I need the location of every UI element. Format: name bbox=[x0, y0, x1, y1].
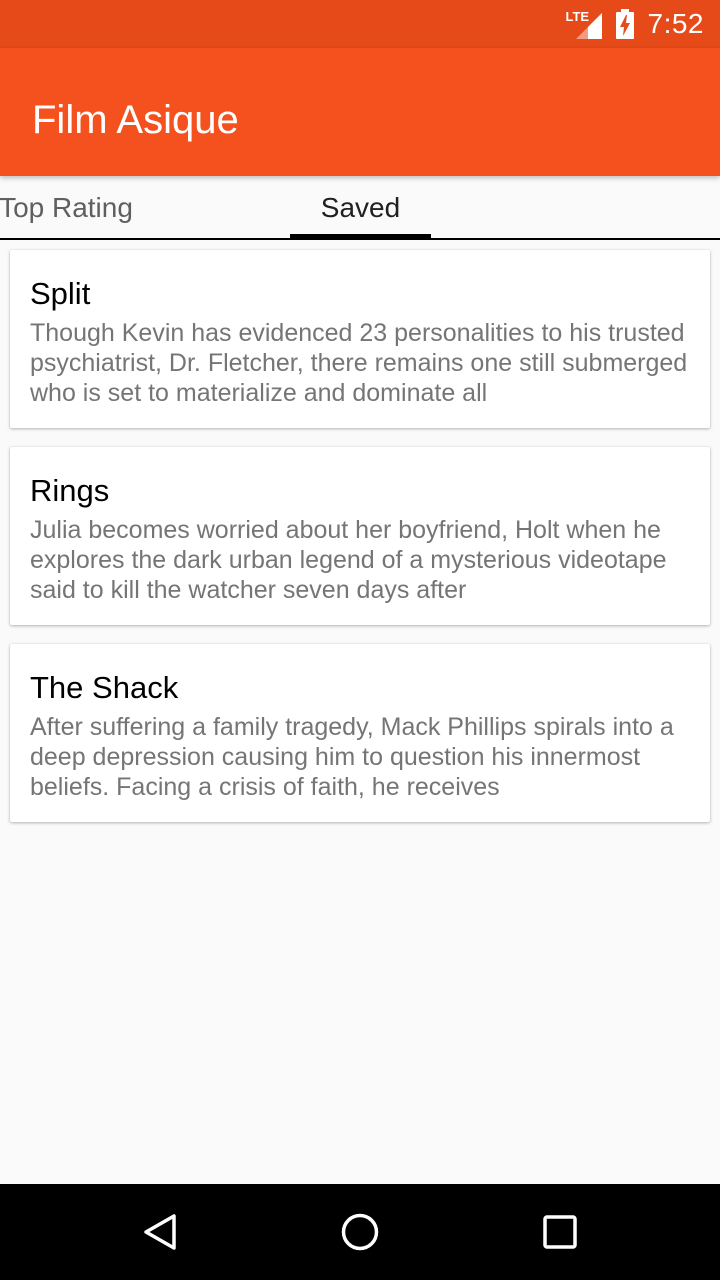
recents-icon[interactable] bbox=[536, 1208, 584, 1256]
clock: 7:52 bbox=[647, 8, 704, 39]
app-title: Film Asique bbox=[32, 98, 239, 142]
status-icons: LTE 7:52 bbox=[566, 0, 705, 48]
screen: LTE 7:52 Film Asique Top Rating Saved Sp… bbox=[0, 0, 720, 1280]
movie-description: Though Kevin has evidenced 23 personalit… bbox=[30, 319, 688, 407]
movie-card-split[interactable]: Split Though Kevin has evidenced 23 pers… bbox=[10, 250, 710, 428]
battery-charging-icon bbox=[615, 9, 634, 39]
tab-saved[interactable]: Saved bbox=[290, 176, 431, 240]
navigation-bar bbox=[0, 1184, 720, 1280]
app-bar: Film Asique bbox=[0, 48, 720, 176]
status-bar: LTE 7:52 bbox=[0, 0, 720, 48]
movie-card-rings[interactable]: Rings Julia becomes worried about her bo… bbox=[10, 447, 710, 625]
movie-card-the-shack[interactable]: The Shack After suffering a family trage… bbox=[10, 644, 710, 822]
movie-title: Split bbox=[30, 276, 91, 311]
movie-description: After suffering a family tragedy, Mack P… bbox=[30, 713, 674, 801]
lte-signal-icon: LTE bbox=[566, 9, 602, 39]
movie-title: Rings bbox=[30, 473, 110, 508]
home-icon[interactable] bbox=[336, 1208, 384, 1256]
tab-bar: Top Rating Saved bbox=[0, 176, 720, 240]
movie-description: Julia becomes worried about her boyfrien… bbox=[30, 516, 667, 604]
tab-top-rating[interactable]: Top Rating bbox=[0, 176, 136, 240]
tab-indicator bbox=[290, 234, 431, 240]
movie-title: The Shack bbox=[30, 670, 179, 705]
back-icon[interactable] bbox=[136, 1208, 184, 1256]
